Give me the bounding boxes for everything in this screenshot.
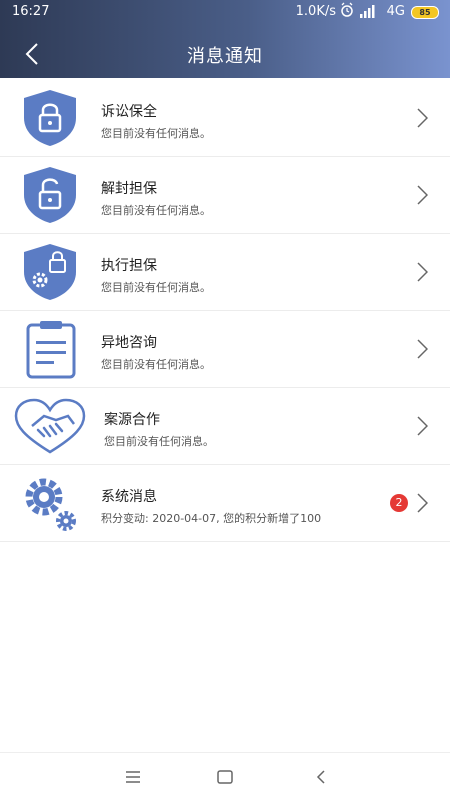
message-list: 诉讼保全 您目前没有任何消息。 解封担保 您目前没有任何消息。 执行担保 您目前…	[0, 80, 450, 542]
home-square-icon[interactable]	[216, 768, 234, 786]
system-nav-bar	[0, 752, 450, 801]
network-type: 4G	[386, 4, 405, 19]
item-desc: 您目前没有任何消息。	[101, 281, 211, 294]
item-title: 执行担保	[101, 258, 157, 274]
list-item-remote-consultation[interactable]: 异地咨询 您目前没有任何消息。	[0, 311, 450, 388]
item-title: 诉讼保全	[101, 104, 157, 120]
item-desc: 积分变动: 2020-04-07, 您的积分新增了100	[101, 512, 322, 525]
app-header: 16:27 1.0K/s 4G 85 消息通知	[0, 0, 450, 78]
list-item-case-cooperation[interactable]: 案源合作 您目前没有任何消息。	[0, 388, 450, 465]
list-item-unseal-guarantee[interactable]: 解封担保 您目前没有任何消息。	[0, 157, 450, 234]
list-item-system-messages[interactable]: 系统消息 积分变动: 2020-04-07, 您的积分新增了100 2	[0, 465, 450, 542]
status-time: 16:27	[12, 4, 50, 19]
item-title: 案源合作	[104, 412, 160, 428]
status-bar: 16:27 1.0K/s 4G 85	[0, 0, 450, 24]
signal-bars-icon	[360, 5, 375, 18]
item-title: 系统消息	[101, 489, 157, 505]
alarm-clock-icon	[341, 2, 353, 17]
chevron-right-icon	[417, 108, 428, 128]
shield-unlock-icon	[24, 167, 76, 223]
shield-lock-icon	[24, 90, 76, 146]
shield-gear-lock-icon	[24, 244, 76, 300]
unread-badge: 2	[390, 494, 408, 512]
menu-icon[interactable]	[124, 768, 142, 786]
chevron-right-icon	[417, 493, 428, 513]
nav-back-icon[interactable]	[312, 768, 330, 786]
list-item-execution-guarantee[interactable]: 执行担保 您目前没有任何消息。	[0, 234, 450, 311]
clipboard-icon	[26, 321, 76, 379]
item-desc: 您目前没有任何消息。	[101, 358, 211, 371]
item-title: 异地咨询	[101, 335, 157, 351]
gears-icon	[25, 478, 76, 531]
item-title: 解封担保	[101, 181, 157, 197]
item-desc: 您目前没有任何消息。	[104, 435, 214, 448]
chevron-right-icon	[417, 262, 428, 282]
list-item-litigation-preservation[interactable]: 诉讼保全 您目前没有任何消息。	[0, 80, 450, 157]
chevron-right-icon	[417, 416, 428, 436]
item-desc: 您目前没有任何消息。	[101, 127, 211, 140]
network-speed: 1.0K/s	[295, 4, 336, 19]
handshake-icon	[14, 398, 86, 454]
chevron-right-icon	[417, 339, 428, 359]
battery-indicator: 85	[411, 6, 439, 19]
page-title: 消息通知	[187, 46, 263, 67]
item-desc: 您目前没有任何消息。	[101, 204, 211, 217]
chevron-right-icon	[417, 185, 428, 205]
